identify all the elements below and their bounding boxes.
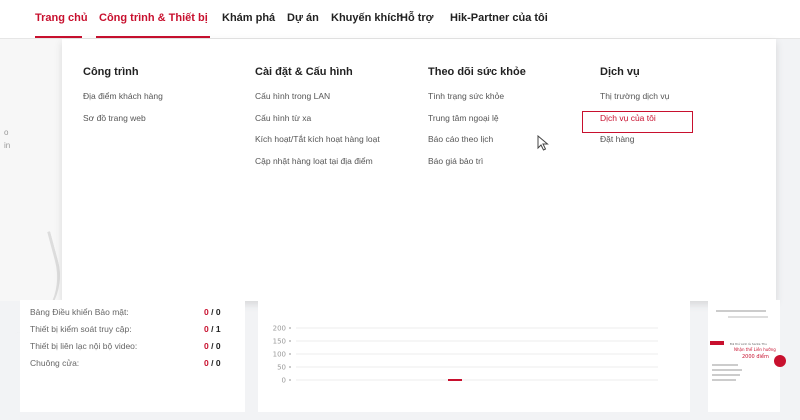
stat-value: 0 / 0 bbox=[204, 358, 221, 368]
menu-item-kich-hoat-hang-loat[interactable]: Kích hoạt/Tắt kích hoạt hàng loạt bbox=[255, 134, 380, 156]
y-tick-label: 100 bbox=[273, 351, 286, 359]
promo-line3: 2000 điểm bbox=[742, 353, 769, 360]
promo-card[interactable]: Đã thử sinh là Santa Thu Nhận thể Liên h… bbox=[708, 300, 780, 412]
device-stats-card: Bảng Điều khiển Bảo mật: 0 / 0 Thiết bị … bbox=[20, 300, 245, 412]
stat-label: Thiết bị liên lạc nội bộ video: bbox=[30, 341, 138, 351]
promo-badge bbox=[774, 355, 786, 367]
menu-column-title: Công trình bbox=[83, 66, 139, 78]
menu-item-thi-truong-dich-vu[interactable]: Thị trường dịch vụ bbox=[600, 91, 669, 113]
menu-item-so-do-trang-web[interactable]: Sơ đồ trang web bbox=[83, 113, 163, 135]
menu-column-cai-dat: Cài đặt & Cấu hình Cấu hình trong LAN Cấ… bbox=[255, 66, 380, 177]
y-tick-label: 50 bbox=[277, 364, 286, 372]
stat-total: 0 bbox=[215, 341, 221, 351]
stat-label: Bảng Điều khiển Bảo mật: bbox=[30, 307, 129, 317]
menu-item-cap-nhat-hang-loat[interactable]: Cập nhật hàng loạt tại địa điểm bbox=[255, 156, 380, 178]
y-tick-mark bbox=[289, 340, 291, 342]
stat-total: 1 bbox=[215, 324, 221, 334]
tab-hik-partner[interactable]: Hik-Partner của tôi bbox=[450, 12, 548, 24]
menu-item-dat-hang[interactable]: Đặt hàng bbox=[600, 134, 669, 156]
y-tick-mark bbox=[289, 379, 291, 381]
y-tick-label: 0 bbox=[282, 377, 286, 385]
y-tick-label: 200 bbox=[273, 325, 286, 333]
menu-item-trung-tam-ngoai-le[interactable]: Trung tâm ngoại lệ bbox=[428, 113, 526, 135]
stat-value: 0 / 0 bbox=[204, 341, 221, 351]
menu-column-theo-doi: Theo dõi sức khỏe Tình trạng sức khỏe Tr… bbox=[428, 66, 526, 177]
active-tab-underline-home bbox=[35, 36, 82, 38]
promo-line1: Đã thử sinh là Santa Thu bbox=[730, 342, 767, 346]
stat-label: Chuông cửa: bbox=[30, 358, 80, 368]
stat-online: 0 bbox=[204, 341, 209, 351]
menu-column-dich-vu: Dịch vụ Thị trường dịch vụ Dịch vụ của t… bbox=[600, 66, 669, 156]
left-fragment-text: o bbox=[4, 128, 9, 137]
left-fragment-text: in bbox=[4, 141, 11, 150]
active-tab-underline-devices bbox=[96, 36, 210, 38]
menu-item-cau-hinh-lan[interactable]: Cấu hình trong LAN bbox=[255, 91, 380, 113]
y-tick-mark bbox=[289, 353, 291, 355]
menu-item-dich-vu-cua-toi[interactable]: Dịch vụ của tôi bbox=[600, 113, 669, 135]
menu-column-title: Theo dõi sức khỏe bbox=[428, 66, 526, 78]
line-chart: 200 150 100 50 0 bbox=[273, 325, 658, 385]
left-background bbox=[0, 39, 74, 337]
promo-line2: Nhận thể Liên hướng bbox=[734, 347, 776, 352]
stat-label: Thiết bị kiểm soát truy cập: bbox=[30, 324, 132, 334]
menu-item-bao-gia-bao-tri[interactable]: Báo giá bảo trì bbox=[428, 156, 526, 178]
stat-total: 0 bbox=[215, 358, 221, 368]
chart-card: 200 150 100 50 0 bbox=[258, 300, 690, 412]
tab-du-an[interactable]: Dự án bbox=[287, 12, 319, 24]
stat-value: 0 / 0 bbox=[204, 307, 221, 317]
tab-ho-tro[interactable]: Hỗ trợ bbox=[400, 12, 433, 24]
stat-online: 0 bbox=[204, 358, 209, 368]
top-nav: Trang chủ Công trình & Thiết bị Khám phá… bbox=[0, 0, 800, 39]
menu-item-bao-cao-theo-lich[interactable]: Báo cáo theo lịch bbox=[428, 134, 526, 156]
promo-image: Đã thử sinh là Santa Thu Nhận thể Liên h… bbox=[710, 310, 776, 381]
mouse-cursor-icon bbox=[537, 135, 549, 151]
tab-trang-chu[interactable]: Trang chủ bbox=[35, 12, 88, 24]
stat-online: 0 bbox=[204, 324, 209, 334]
y-tick-label: 150 bbox=[273, 338, 286, 346]
menu-item-dia-diem-khach-hang[interactable]: Địa điểm khách hàng bbox=[83, 91, 163, 113]
stat-value: 0 / 1 bbox=[204, 324, 221, 334]
stat-online: 0 bbox=[204, 307, 209, 317]
y-tick-mark bbox=[289, 366, 291, 368]
tab-kham-pha[interactable]: Khám phá bbox=[222, 12, 275, 24]
menu-column-title: Cài đặt & Cấu hình bbox=[255, 66, 353, 78]
tab-cong-trinh-thiet-bi[interactable]: Công trình & Thiết bị bbox=[99, 12, 208, 24]
menu-item-cau-hinh-tu-xa[interactable]: Cấu hình từ xa bbox=[255, 113, 380, 135]
menu-column-title: Dịch vụ bbox=[600, 66, 640, 78]
y-tick-mark bbox=[289, 327, 291, 329]
menu-column-cong-trinh: Công trình Địa điểm khách hàng Sơ đồ tra… bbox=[83, 66, 163, 134]
stat-total: 0 bbox=[215, 307, 221, 317]
tab-khuyen-khich[interactable]: Khuyến khích bbox=[331, 12, 403, 24]
menu-item-tinh-trang-suc-khoe[interactable]: Tình trạng sức khỏe bbox=[428, 91, 526, 113]
mega-menu: Công trình Địa điểm khách hàng Sơ đồ tra… bbox=[62, 39, 776, 301]
